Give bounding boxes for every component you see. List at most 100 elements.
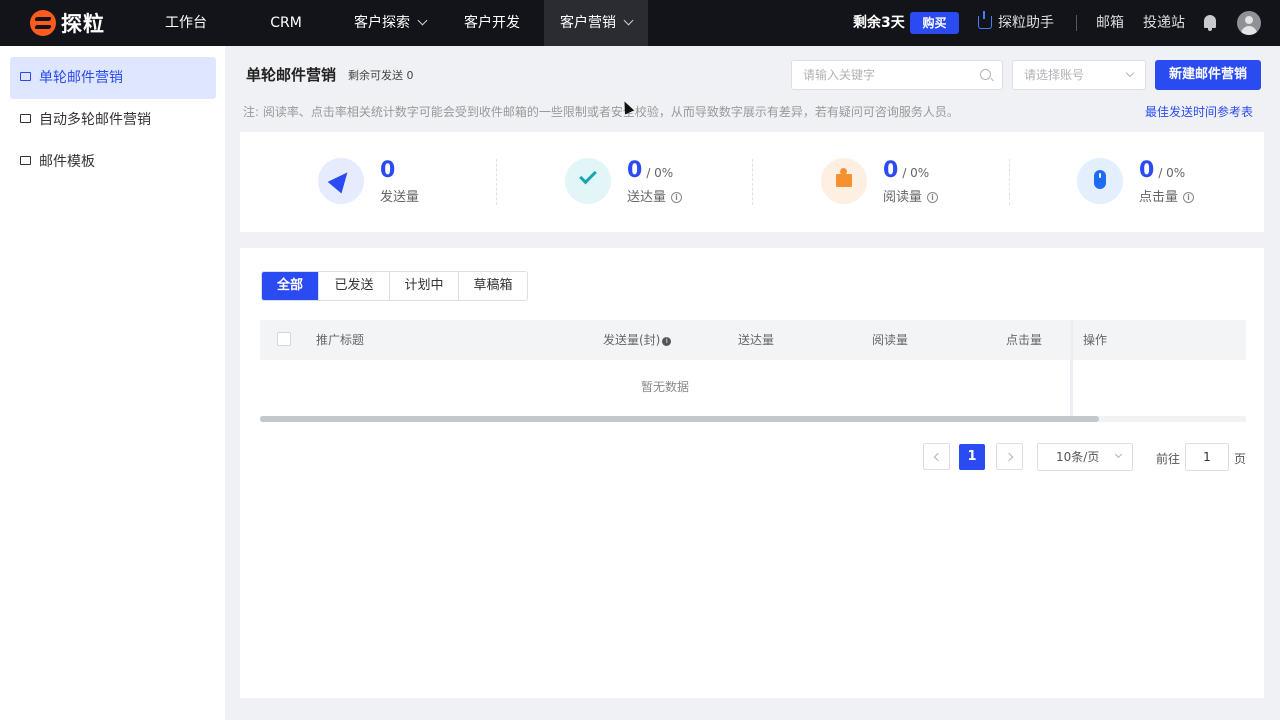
nav-customer-explore-label: 客户探索 [354,15,410,31]
stat-label-text: 点击量 [1139,190,1179,205]
nav-customer-marketing[interactable]: 客户营销 [544,0,648,46]
chevron-down-icon [1114,450,1123,459]
divider [1076,15,1077,31]
statistics-card: 0 发送量 0/ 0% 送达量 i 0/ 0% 阅读量 i 0/ 0% 点击量 … [240,132,1264,232]
new-email-marketing-button[interactable]: 新建邮件营销 [1155,60,1261,90]
template-icon [20,156,31,165]
column-header-delivered: 送达量 [738,333,775,347]
page-size-value: 10条/页 [1056,450,1100,464]
stat-icon-circle [565,158,611,204]
stat-number: 0 [883,158,899,183]
stat-value: 0 [380,158,399,183]
assistant-label: 探粒助手 [998,15,1054,31]
info-icon[interactable]: i [927,192,939,203]
column-header-sent: 发送量(封) i [603,320,672,360]
tab-drafts[interactable]: 草稿箱 [458,272,527,300]
pagination-next-button[interactable] [996,443,1023,470]
select-all-checkbox[interactable] [277,332,291,346]
stat-value: 0/ 0% [883,158,929,183]
logo-icon [30,10,56,36]
goto-page-input[interactable] [1185,443,1229,471]
page-title: 单轮邮件营销 [246,66,337,84]
stat-label-text: 阅读量 [883,190,923,205]
stat-number: 0 [380,158,396,183]
top-navigation-bar: 探粒 工作台 CRM 客户探索 客户开发 客户营销 剩余3天 购买 探粒助手 邮… [0,0,1280,46]
mouse-icon [1094,170,1106,189]
account-select-input[interactable] [1013,61,1113,89]
sidebar-item-email-template[interactable]: 邮件模板 [10,141,216,183]
stat-label: 阅读量 i [883,186,939,205]
trial-remaining-days: 剩余3天 [853,15,905,31]
table-header: 推广标题 发送量(封) i 送达量 阅读量 点击量 操作 [260,320,1246,360]
mail-edit-icon [20,72,31,81]
info-icon[interactable]: i [662,337,672,346]
nav-workbench[interactable]: 工作台 [156,0,216,46]
logo-text: 探粒 [61,12,105,36]
stat-value: 0/ 0% [627,158,673,183]
stat-value: 0/ 0% [1139,158,1185,183]
divider [752,159,753,205]
remaining-send-count: 剩余可发送 0 [348,69,414,82]
column-header-title: 推广标题 [316,333,365,347]
account-select[interactable] [1012,60,1146,90]
keyword-search-box [791,60,1003,90]
download-icon [978,11,992,29]
mailbox-link[interactable]: 邮箱 [1096,0,1124,46]
statistics-note: 注: 阅读率、点击率相关统计数字可能会受到收件邮箱的一些限制或者安全校验，从而导… [243,105,959,119]
sidebar-item-single-email-marketing[interactable]: 单轮邮件营销 [10,57,216,99]
stat-icon-circle [318,158,364,204]
buy-button[interactable]: 购买 [910,12,959,34]
assistant-link[interactable]: 探粒助手 [978,0,1054,46]
keyword-search-input[interactable] [792,61,962,89]
sidebar-item-auto-multi-email-marketing[interactable]: 自动多轮邮件营销 [10,99,216,141]
send-icon [327,166,355,194]
scrollbar-thumb[interactable] [260,416,1099,422]
empty-state-text: 暂无数据 [640,380,689,394]
pagination-current-page[interactable]: 1 [959,444,985,470]
stat-percent: / 0% [1158,166,1186,180]
chevron-down-icon [417,15,428,26]
info-icon[interactable]: i [1183,192,1195,203]
logo[interactable]: 探粒 [30,9,105,37]
tab-scheduled[interactable]: 计划中 [389,272,458,300]
search-icon[interactable] [980,69,991,80]
stat-label: 发送量 [380,190,420,205]
page-size-select[interactable]: 10条/页 [1037,443,1133,471]
nav-customer-marketing-label: 客户营销 [560,15,616,31]
campaign-table-card: 全部 已发送 计划中 草稿箱 推广标题 发送量(封) i 送达量 阅读量 点击量 … [240,248,1264,698]
stat-label: 点击量 i [1139,186,1195,205]
reader-icon [836,168,852,187]
divider [496,159,497,205]
column-header-actions: 操作 [1083,333,1108,347]
stat-label: 送达量 i [627,186,683,205]
horizontal-scrollbar[interactable] [260,416,1246,422]
stat-number: 0 [1139,158,1155,183]
pagination-prev-button[interactable] [923,443,950,470]
column-header-sent-label: 发送量(封) [603,333,661,347]
tab-sent[interactable]: 已发送 [318,272,389,300]
bell-icon[interactable] [1204,15,1216,31]
goto-label: 前往 [1156,452,1181,466]
check-icon [579,166,597,185]
sidebar-item-label: 邮件模板 [39,154,95,170]
stat-percent: / 0% [646,166,674,180]
column-header-clicked: 点击量 [1006,333,1043,347]
stat-number: 0 [627,158,643,183]
nav-customer-explore[interactable]: 客户探索 [340,0,440,46]
divider [1009,159,1010,205]
page-unit-label: 页 [1234,452,1247,466]
sidebar: 单轮邮件营销 自动多轮邮件营销 邮件模板 [0,46,225,720]
nav-customer-development[interactable]: 客户开发 [456,0,528,46]
stat-icon-circle [1077,158,1123,204]
best-send-time-link[interactable]: 最佳发送时间参考表 [1145,103,1253,120]
column-header-read: 阅读量 [872,333,909,347]
tab-all[interactable]: 全部 [262,272,318,300]
stat-icon-circle [821,158,867,204]
sidebar-item-label: 自动多轮邮件营销 [39,112,151,128]
info-icon[interactable]: i [671,192,683,203]
nav-crm[interactable]: CRM [256,0,316,46]
chevron-down-icon [1125,68,1135,78]
avatar[interactable] [1237,11,1261,35]
delivery-station-link[interactable]: 投递站 [1143,0,1185,46]
stat-label-text: 送达量 [627,190,667,205]
